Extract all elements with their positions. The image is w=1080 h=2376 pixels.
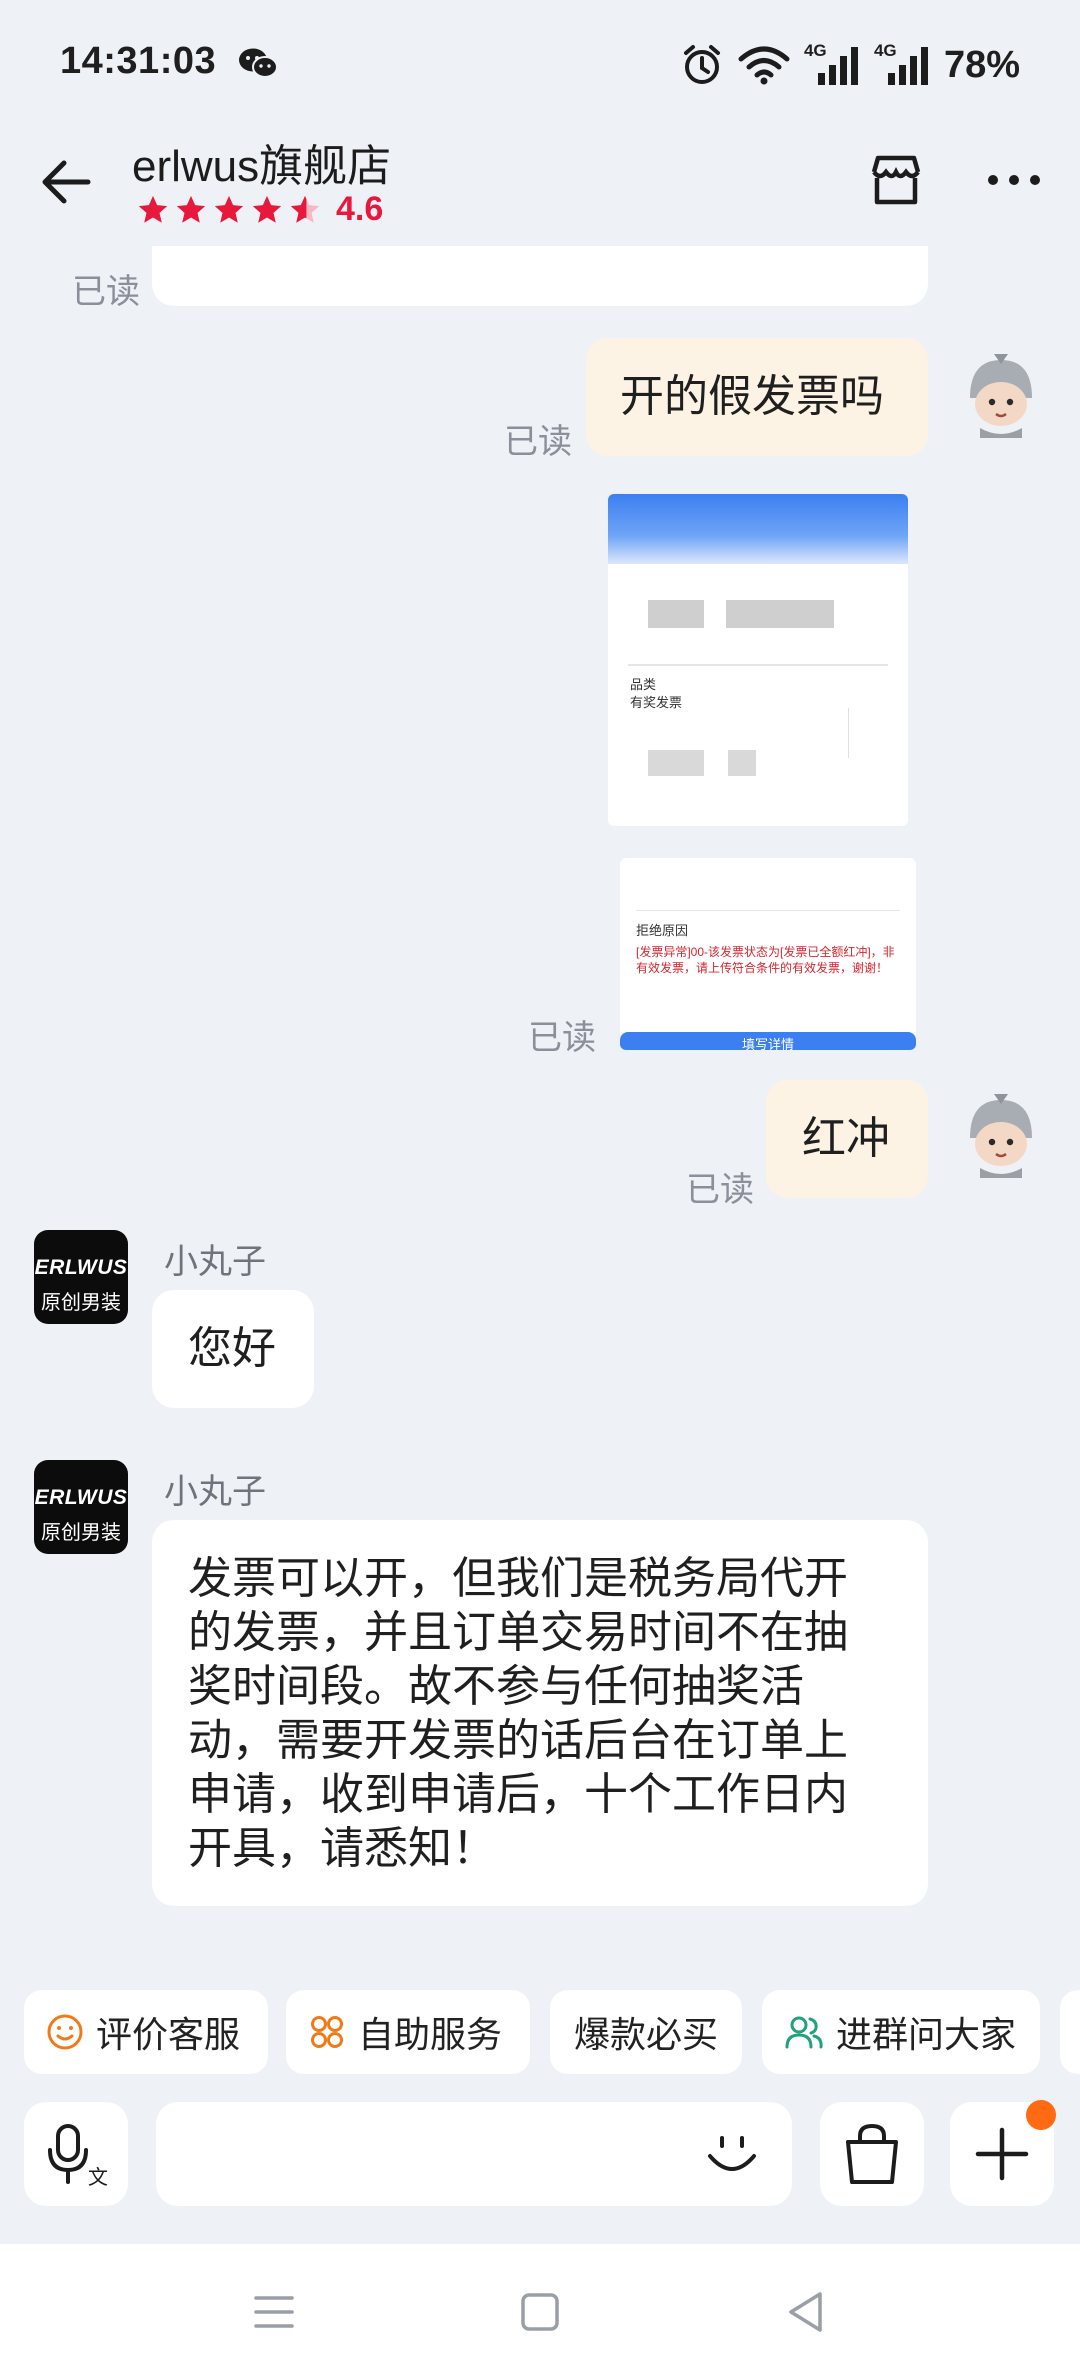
message-bubble-partial[interactable]	[152, 246, 928, 306]
grid-icon	[311, 2016, 343, 2048]
read-receipt: 已读	[72, 273, 140, 311]
image-field-label: 有奖发票	[630, 695, 683, 710]
star-half-icon	[290, 195, 320, 223]
message-line: 的发票，并且订单交易时间不在抽	[188, 1608, 848, 1657]
microphone-icon: 文	[48, 2124, 108, 2189]
status-bar: 14:31:03 4G 4G 78%	[0, 0, 1080, 130]
more-chip-partial[interactable]	[1060, 1990, 1080, 2074]
star-icon	[176, 195, 206, 223]
message-input[interactable]	[156, 2102, 792, 2206]
quick-actions-bar[interactable]: 评价客服 自助服务 爆款必买 进群问大家	[0, 1990, 1080, 2074]
users-icon	[785, 2016, 823, 2049]
message-text: 红冲	[802, 1114, 890, 1163]
sender-name: 小丸子	[164, 1243, 266, 1281]
notification-dot	[1026, 2100, 1056, 2130]
message-line: 申请，收到申请后，十个工作日内	[188, 1770, 848, 1819]
input-row[interactable]: 文	[0, 2100, 1080, 2212]
alarm-icon	[683, 45, 720, 84]
system-nav-bar	[0, 2244, 1080, 2376]
fill-details-button: 填写详情	[620, 1032, 916, 1050]
back-arrow-icon[interactable]	[38, 154, 94, 210]
reject-title: 拒绝原因	[636, 923, 689, 938]
message-bubble-theirs[interactable]: 您好	[152, 1290, 314, 1408]
message-bubble-mine[interactable]: 开的假发票吗	[586, 338, 928, 456]
read-receipt: 已读	[504, 423, 572, 461]
message-text: 您好	[188, 1324, 276, 1373]
sender-name: 小丸子	[164, 1473, 266, 1511]
image-section-label: 品类	[630, 677, 657, 692]
signal-icon: 4G	[804, 41, 860, 87]
user-avatar[interactable]	[956, 1088, 1046, 1178]
rating-value: 4.6	[336, 190, 384, 228]
svg-text:文: 文	[88, 2165, 108, 2189]
star-icon	[252, 195, 282, 223]
signal-icon-2: 4G	[874, 41, 930, 87]
join-group-chip[interactable]: 进群问大家	[762, 1990, 1040, 2074]
shop-avatar[interactable]: ERLWUS 原创男装	[34, 1460, 128, 1554]
read-receipt: 已读	[528, 1019, 596, 1057]
chat-header: erlwus旗舰店 4.6	[0, 120, 1080, 250]
self-service-chip[interactable]: 自助服务	[286, 1990, 530, 2074]
message-text: 开的假发票吗	[620, 372, 884, 421]
message-bubble-mine[interactable]: 红冲	[766, 1080, 928, 1198]
shop-avatar[interactable]: ERLWUS 原创男装	[34, 1230, 128, 1324]
battery-level: 78%	[943, 43, 1020, 86]
reject-reason: [发票异常]00-该发票状态为[发票已全额红冲]，非有效发票，请上传符合条件的有…	[636, 945, 895, 975]
store-icon[interactable]	[866, 150, 926, 210]
image-message-1[interactable]: 品类 有奖发票	[608, 494, 908, 826]
menu-icon[interactable]	[254, 2292, 294, 2332]
message-line: 开具，请悉知！	[188, 1824, 496, 1873]
rate-service-chip[interactable]: 评价客服	[24, 1990, 268, 2074]
wifi-icon	[738, 46, 790, 85]
wechat-icon	[239, 48, 278, 78]
voice-input-button[interactable]: 文	[24, 2102, 128, 2206]
hot-items-chip[interactable]: 爆款必买	[550, 1990, 742, 2074]
read-receipt: 已读	[686, 1171, 754, 1209]
shop-rating: 4.6	[136, 190, 383, 229]
back-triangle-icon[interactable]	[786, 2290, 826, 2334]
message-line: 动，需要开发票的话后台在订单上	[188, 1716, 848, 1765]
user-avatar[interactable]	[956, 348, 1046, 438]
chat-messages[interactable]: 已读 开的假发票吗 已读 品类 有奖发票 拒绝原因 [发票异常]00-该发票状态…	[0, 246, 1080, 1966]
status-time: 14:31:03	[60, 40, 217, 82]
more-options-icon[interactable]	[986, 172, 1042, 188]
image-message-2[interactable]: 拒绝原因 [发票异常]00-该发票状态为[发票已全额红冲]，非有效发票，请上传符…	[620, 858, 916, 1050]
smile-icon	[47, 2014, 83, 2050]
shop-name[interactable]: erlwus旗舰店	[132, 130, 391, 194]
plus-button[interactable]	[950, 2100, 1056, 2206]
message-line: 奖时间段。故不参与任何抽奖活	[188, 1662, 804, 1711]
shopping-bag-icon	[846, 2123, 898, 2184]
message-bubble-theirs[interactable]: 发票可以开，但我们是税务局代开 的发票，并且订单交易时间不在抽 奖时间段。故不参…	[152, 1520, 928, 1906]
star-icon	[138, 195, 168, 223]
star-icon	[214, 195, 244, 223]
shopping-bag-button[interactable]	[820, 2102, 924, 2206]
message-line: 发票可以开，但我们是税务局代开	[188, 1554, 848, 1603]
emoji-icon[interactable]	[702, 2124, 762, 2184]
home-icon[interactable]	[520, 2292, 560, 2332]
